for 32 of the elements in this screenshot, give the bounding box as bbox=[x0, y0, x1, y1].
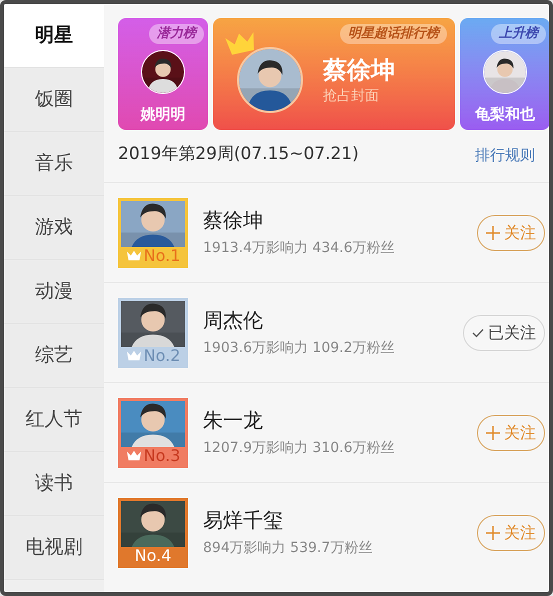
star-name: 周杰伦 bbox=[203, 307, 264, 334]
banner-tag: 潜力榜 bbox=[149, 24, 204, 44]
banner-subtitle: 抢占封面 bbox=[323, 86, 380, 106]
banner-name: 龟梨和也 bbox=[475, 104, 535, 125]
banner-card[interactable]: 上升榜 龟梨和也 bbox=[460, 18, 549, 130]
banner-name: 蔡徐坤 bbox=[323, 54, 395, 86]
star-stats: 894万影响力 539.7万粉丝 bbox=[203, 539, 374, 558]
star-name: 蔡徐坤 bbox=[203, 207, 264, 234]
plus-icon bbox=[486, 426, 500, 440]
crown-icon bbox=[126, 350, 142, 361]
ranking-rules-link[interactable]: 排行规则 bbox=[475, 144, 535, 166]
star-stats: 1207.9万影响力 310.6万粉丝 bbox=[203, 439, 396, 458]
crown-icon bbox=[126, 450, 142, 461]
star-name: 易烊千玺 bbox=[203, 507, 284, 534]
rank-label: No.1 bbox=[144, 248, 180, 264]
banner-tag: 上升榜 bbox=[491, 24, 546, 44]
rank-label: No.4 bbox=[134, 548, 172, 564]
plus-icon bbox=[486, 526, 500, 540]
week-title: 2019年第29周(07.15~07.21) bbox=[118, 143, 359, 166]
rank-label: No.3 bbox=[144, 448, 180, 464]
plus-icon bbox=[486, 226, 500, 240]
banner-card[interactable]: 潜力榜 姚明明 bbox=[118, 18, 208, 130]
star-name: 朱一龙 bbox=[203, 407, 264, 434]
follow-button[interactable]: 已关注 bbox=[463, 314, 545, 350]
star-stats: 1913.4万影响力 434.6万粉丝 bbox=[203, 239, 396, 258]
banner-tag: 明星超话排行榜 bbox=[340, 24, 447, 44]
check-icon bbox=[472, 326, 484, 338]
banner-name: 姚明明 bbox=[140, 104, 186, 125]
star-stats: 1903.6万影响力 109.2万粉丝 bbox=[203, 339, 396, 358]
rank-label: No.2 bbox=[144, 348, 180, 364]
crown-icon bbox=[126, 250, 142, 261]
sidebar-item[interactable]: 明星 bbox=[4, 4, 104, 68]
